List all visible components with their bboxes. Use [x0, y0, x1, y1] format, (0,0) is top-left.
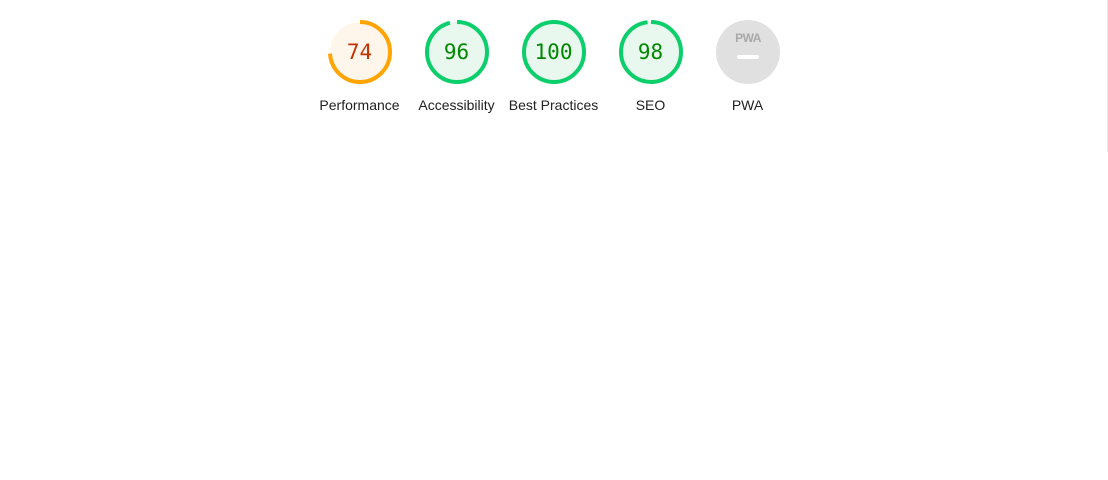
gauge-ring: 98	[618, 20, 683, 84]
gauge-score: 74	[346, 40, 373, 64]
lighthouse-report-page: 74 Performance 96 Accessibility 100 Best…	[0, 0, 1108, 480]
gauge-label: SEO	[635, 97, 666, 113]
pwa-badge-icon: PWA	[715, 20, 780, 84]
pwa-badge-circle	[715, 20, 780, 84]
gauge-ring: 96	[424, 20, 489, 84]
gauge-label: Best Practices	[508, 97, 599, 113]
gauge-best-practices[interactable]: 100 Best Practices	[505, 20, 602, 115]
pwa-not-applicable-dash	[736, 55, 759, 59]
gauge-seo[interactable]: 98 SEO	[602, 20, 699, 115]
gauge-score: 100	[534, 40, 573, 64]
pwa-badge-svg: PWA	[715, 20, 780, 84]
gauge-ring: 74	[327, 20, 392, 84]
pwa-badge-text: PWA	[735, 31, 762, 45]
gauge-score: 98	[637, 40, 664, 64]
gauge-ring: 100	[521, 20, 586, 84]
gauge-label: Performance	[319, 97, 400, 113]
score-gauges-row: 74 Performance 96 Accessibility 100 Best…	[311, 20, 796, 115]
gauge-performance[interactable]: 74 Performance	[311, 20, 408, 115]
gauge-label: PWA	[731, 97, 764, 113]
gauge-accessibility[interactable]: 96 Accessibility	[408, 20, 505, 115]
gauge-score: 96	[443, 40, 470, 64]
gauge-label: Accessibility	[418, 97, 495, 113]
gauge-pwa[interactable]: PWA PWA	[699, 20, 796, 115]
